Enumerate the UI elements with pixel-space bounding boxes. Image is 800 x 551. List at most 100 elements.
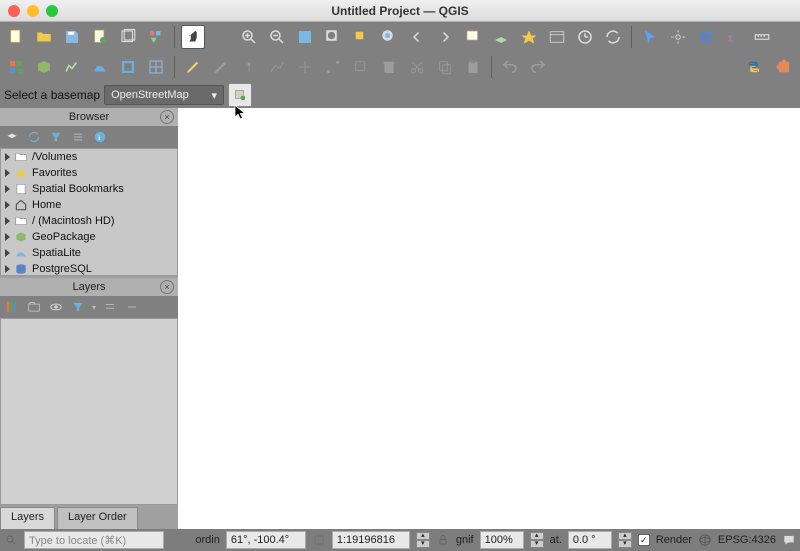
browser-item[interactable]: PostgreSQL — [1, 261, 177, 276]
data-source-manager-button[interactable] — [4, 55, 28, 79]
rotation-spinner[interactable]: ▴▾ — [618, 532, 632, 548]
zoom-in-button[interactable] — [237, 25, 261, 49]
browser-item[interactable]: Favorites — [1, 165, 177, 181]
new-mesh-button[interactable] — [144, 55, 168, 79]
expand-all-layers-button[interactable] — [102, 299, 118, 315]
redo-button[interactable] — [526, 55, 550, 79]
layers-dropdown-icon[interactable]: ▾ — [92, 303, 96, 312]
zoom-to-layer-button[interactable] — [377, 25, 401, 49]
new-print-layout-button[interactable] — [88, 25, 112, 49]
remove-layer-button[interactable] — [124, 299, 140, 315]
temporal-button[interactable] — [573, 25, 597, 49]
move-feature-button[interactable] — [293, 55, 317, 79]
manage-visibility-button[interactable] — [48, 299, 64, 315]
toggle-editing-button[interactable] — [181, 55, 205, 79]
expand-icon[interactable] — [5, 201, 10, 209]
browser-item[interactable]: / (Macintosh HD) — [1, 213, 177, 229]
browser-item[interactable]: /Volumes — [1, 149, 177, 165]
coord-field[interactable]: 61°, -100.4° — [226, 531, 306, 549]
new-spatialite-button[interactable] — [88, 55, 112, 79]
zoom-last-button[interactable] — [405, 25, 429, 49]
add-layer-button[interactable] — [4, 129, 20, 145]
refresh-browser-button[interactable] — [26, 129, 42, 145]
magnifier-spinner[interactable]: ▴▾ — [530, 532, 544, 548]
add-feature-button[interactable] — [237, 55, 261, 79]
zoom-out-button[interactable] — [265, 25, 289, 49]
window-maximize-button[interactable] — [46, 5, 58, 17]
new-project-button[interactable] — [4, 25, 28, 49]
browser-item[interactable]: Home — [1, 197, 177, 213]
refresh-button[interactable] — [601, 25, 625, 49]
sum-button[interactable]: Σ — [722, 25, 746, 49]
save-edits-button[interactable] — [209, 55, 233, 79]
zoom-next-button[interactable] — [433, 25, 457, 49]
filter-legend-button[interactable] — [70, 299, 86, 315]
layers-tree[interactable] — [0, 318, 178, 505]
pan-to-selection-button[interactable] — [209, 25, 233, 49]
browser-panel-header[interactable]: Browser × — [0, 108, 178, 126]
new-shapefile-button[interactable] — [60, 55, 84, 79]
expand-icon[interactable] — [5, 217, 10, 225]
map-canvas[interactable] — [178, 108, 800, 529]
layers-panel-close-button[interactable]: × — [160, 280, 174, 294]
new-map-view-button[interactable] — [461, 25, 485, 49]
vertex-tool-button[interactable] — [321, 55, 345, 79]
layers-panel-header[interactable]: Layers × — [0, 278, 178, 296]
python-console-button[interactable] — [742, 55, 766, 79]
locator-input[interactable]: Type to locate (⌘K) — [24, 531, 164, 549]
cut-button[interactable] — [405, 55, 429, 79]
browser-panel-close-button[interactable]: × — [160, 110, 174, 124]
lock-icon[interactable] — [436, 533, 450, 547]
zoom-native-button[interactable] — [293, 25, 317, 49]
browser-item[interactable]: GeoPackage — [1, 229, 177, 245]
measure-button[interactable] — [750, 25, 774, 49]
basemap-select[interactable]: OpenStreetMap ▾ — [104, 85, 224, 105]
show-bookmarks-button[interactable] — [545, 25, 569, 49]
undo-button[interactable] — [498, 55, 522, 79]
crs-icon[interactable] — [698, 533, 712, 547]
add-group-button[interactable] — [26, 299, 42, 315]
window-minimize-button[interactable] — [27, 5, 39, 17]
expand-icon[interactable] — [5, 233, 10, 241]
identify-button[interactable] — [638, 25, 662, 49]
properties-button[interactable]: i — [92, 129, 108, 145]
zoom-to-selection-button[interactable] — [349, 25, 373, 49]
basemap-add-button[interactable] — [228, 83, 252, 107]
expand-icon[interactable] — [5, 265, 10, 273]
render-checkbox[interactable]: ✓ — [638, 534, 650, 546]
pan-tool-button[interactable] — [181, 25, 205, 49]
open-layer-styling-button[interactable] — [4, 299, 20, 315]
magnifier-field[interactable]: 100% — [480, 531, 524, 549]
filter-browser-button[interactable] — [48, 129, 64, 145]
new-geopackage-button[interactable] — [32, 55, 56, 79]
toolbox-button[interactable] — [694, 25, 718, 49]
scale-field[interactable]: 1:19196816 — [332, 531, 410, 549]
browser-item[interactable]: Spatial Bookmarks — [1, 181, 177, 197]
scale-spinner[interactable]: ▴▾ — [416, 532, 430, 548]
new-virtual-button[interactable] — [116, 55, 140, 79]
expand-icon[interactable] — [5, 169, 10, 177]
delete-button[interactable] — [377, 55, 401, 79]
collapse-all-button[interactable] — [70, 129, 86, 145]
browser-item[interactable]: SpatiaLite — [1, 245, 177, 261]
copy-button[interactable] — [433, 55, 457, 79]
open-project-button[interactable] — [32, 25, 56, 49]
layout-manager-button[interactable] — [116, 25, 140, 49]
expand-icon[interactable] — [5, 249, 10, 257]
expand-icon[interactable] — [5, 153, 10, 161]
paste-button[interactable] — [461, 55, 485, 79]
plugins-button[interactable] — [772, 55, 796, 79]
zoom-full-button[interactable] — [321, 25, 345, 49]
messages-icon[interactable] — [782, 533, 796, 547]
tab-layers[interactable]: Layers — [0, 507, 55, 529]
digitize-button[interactable] — [265, 55, 289, 79]
extents-icon[interactable] — [312, 533, 326, 547]
expand-icon[interactable] — [5, 185, 10, 193]
rotation-field[interactable]: 0.0 ° — [568, 531, 612, 549]
browser-tree[interactable]: /VolumesFavoritesSpatial BookmarksHome/ … — [0, 148, 178, 276]
modify-button[interactable] — [349, 55, 373, 79]
new-3d-view-button[interactable] — [489, 25, 513, 49]
window-close-button[interactable] — [8, 5, 20, 17]
new-bookmark-button[interactable] — [517, 25, 541, 49]
style-manager-button[interactable] — [144, 25, 168, 49]
